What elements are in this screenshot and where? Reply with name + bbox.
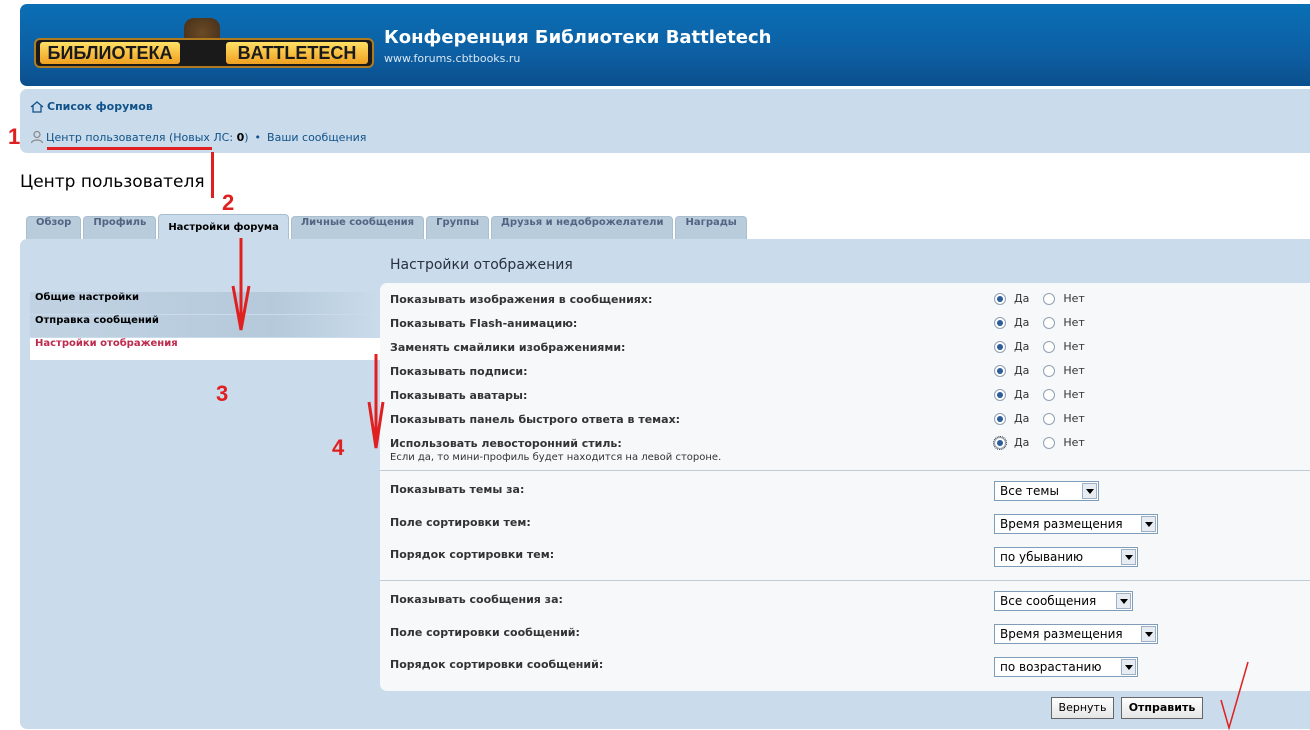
site-header: БИБЛИОТЕКА BATTLETECH Конференция Библио… [20,4,1310,86]
user-links: Центр пользователя (Новых ЛС: 0) • Ваши … [30,130,366,144]
annotation-arrow-down-icon [367,354,385,449]
radio-yes[interactable] [994,388,1006,401]
forum-list-link[interactable]: Список форумов [47,100,153,113]
home-icon [30,100,44,113]
topic-sort-dir-select[interactable]: по убыванию [994,547,1138,567]
chevron-down-icon [1116,593,1131,609]
topic-days-select[interactable]: Все темы [994,481,1099,501]
chevron-down-icon [1141,626,1156,642]
option-label: Показывать Flash-анимацию: [390,317,578,330]
menu-item-general[interactable]: Общие настройки [30,292,380,314]
radio-no[interactable] [1043,340,1056,353]
site-url: www.forums.cbtbooks.ru [384,52,521,65]
select-label: Поле сортировки сообщений: [390,626,580,639]
tab-awards[interactable]: Награды [675,216,747,239]
menu-item-display[interactable]: Настройки отображения [30,338,380,360]
post-days-select[interactable]: Все сообщения [994,591,1133,611]
option-label: Показывать подписи: [390,365,528,378]
content-title: Настройки отображения [390,257,573,273]
display-settings-form: Показывать изображения в сообщениях: Да … [380,283,1310,691]
logo-right-text: BATTLETECH [226,42,368,64]
radio-yes[interactable] [994,292,1006,305]
radio-yes[interactable] [994,316,1006,329]
post-sort-dir-select[interactable]: по возрастанию [994,657,1138,677]
page-title: Центр пользователя [20,172,205,192]
site-logo[interactable]: БИБЛИОТЕКА BATTLETECH [34,18,374,70]
navbar: Список форумов Центр пользователя (Новых… [20,89,1310,153]
ucp-tabs: Обзор Профиль Настройки форума Личные со… [26,214,747,239]
radio-no[interactable] [1043,436,1056,449]
select-label: Порядок сортировки тем: [390,548,555,561]
annotation-checkmark-icon [1220,661,1249,730]
annotation-arrow-down-icon [231,238,251,331]
option-label: Показывать аватары: [390,389,528,402]
option-label: Показывать панель быстрого ответа в тема… [390,413,681,426]
option-radios: Да Нет [994,292,1085,305]
tab-profile[interactable]: Профиль [83,216,157,239]
reset-button[interactable]: Вернуть [1051,697,1114,719]
option-label-left-style: Использовать левосторонний стиль: Если д… [390,437,722,463]
divider [380,580,1310,581]
chevron-down-icon [1121,659,1136,675]
menu-item-posting[interactable]: Отправка сообщений [30,315,380,337]
tab-groups[interactable]: Группы [426,216,489,239]
radio-no[interactable] [1043,388,1056,401]
chevron-down-icon [1121,549,1136,565]
settings-menu: Общие настройки Отправка сообщений Настр… [30,292,380,361]
logo-left-text: БИБЛИОТЕКА [40,42,180,64]
option-radios: Да Нет [994,412,1085,425]
site-title: Конференция Библиотеки Battletech [384,27,772,48]
topic-sort-key-select[interactable]: Время размещения [994,514,1158,534]
radio-no[interactable] [1043,292,1056,305]
option-radios: Да Нет [994,340,1085,353]
radio-yes[interactable] [994,340,1006,353]
chevron-down-icon [1082,483,1097,499]
tab-overview[interactable]: Обзор [26,216,82,239]
radio-yes[interactable] [993,435,1007,450]
annotation-3: 3 [216,381,229,406]
select-label: Поле сортировки тем: [390,516,531,529]
option-label: Заменять смайлики изображениями: [390,341,626,354]
tab-friends-foes[interactable]: Друзья и недоброжелатели [491,216,674,239]
radio-yes[interactable] [994,412,1006,425]
settings-panel: Общие настройки Отправка сообщений Настр… [20,239,1310,729]
radio-yes[interactable] [994,364,1006,377]
ucp-link[interactable]: Центр пользователя (Новых ЛС: 0) [46,131,249,144]
option-radios: Да Нет [994,388,1085,401]
nav-separator: • [254,130,262,144]
radio-no[interactable] [1043,316,1056,329]
divider [380,470,1310,471]
radio-no[interactable] [1043,364,1056,377]
annotation-2: 2 [222,190,235,215]
annotation-4: 4 [332,435,345,460]
annotation-underline [47,147,212,150]
radio-no[interactable] [1043,412,1056,425]
select-label: Показывать темы за: [390,483,525,496]
option-radios: Да Нет [994,364,1085,377]
option-radios: Да Нет [993,435,1085,450]
annotation-1: 1 [8,124,21,149]
your-posts-link[interactable]: Ваши сообщения [267,131,366,144]
tab-forum-settings[interactable]: Настройки форума [158,214,289,239]
select-label: Порядок сортировки сообщений: [390,658,604,671]
select-label: Показывать сообщения за: [390,593,563,606]
option-label: Показывать изображения в сообщениях: [390,293,653,306]
option-description: Если да, то мини-профиль будет находится… [390,452,722,463]
user-icon [30,130,44,144]
post-sort-key-select[interactable]: Время размещения [994,624,1158,644]
chevron-down-icon [1141,516,1156,532]
tab-private-messages[interactable]: Личные сообщения [290,216,425,239]
annotation-arrow-line [211,152,214,198]
submit-button[interactable]: Отправить [1121,697,1203,719]
breadcrumb: Список форумов [30,100,153,113]
option-radios: Да Нет [994,316,1085,329]
